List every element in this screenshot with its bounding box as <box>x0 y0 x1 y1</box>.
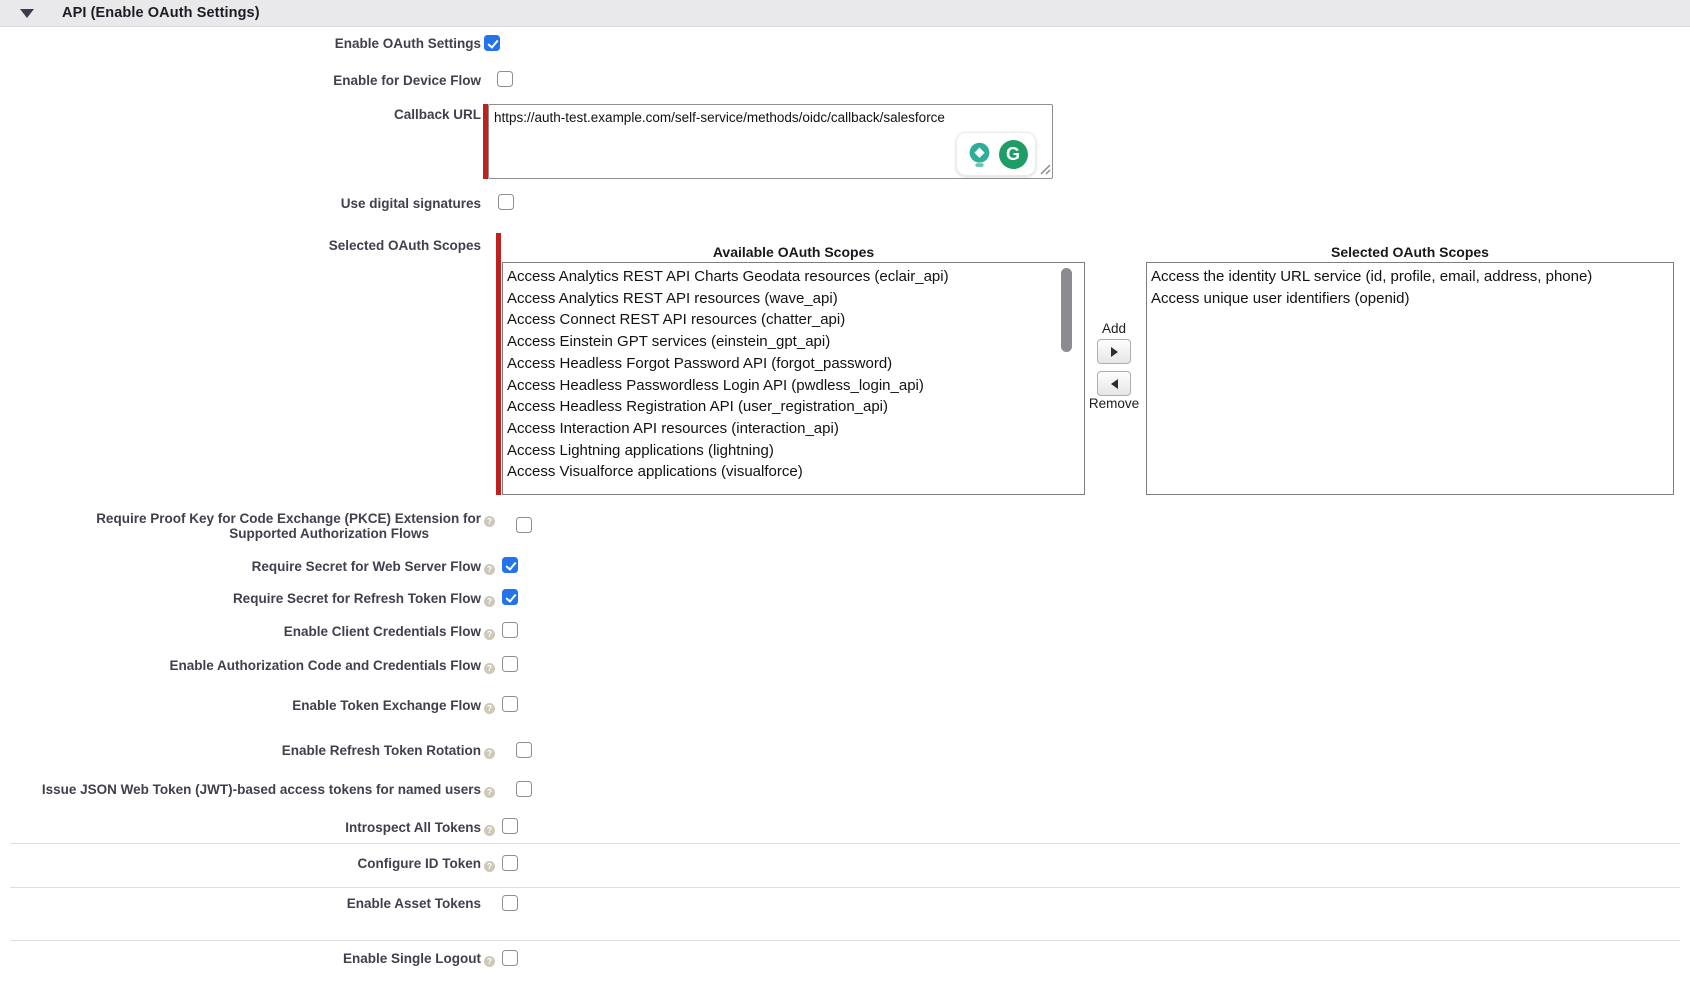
checkbox-client-credentials[interactable] <box>502 622 518 638</box>
field-label-auth-code-credentials: Enable Authorization Code and Credential… <box>0 658 495 674</box>
field-label-secret-refresh-token: Require Secret for Refresh Token Flow? <box>0 591 495 607</box>
scope-option[interactable]: Access Headless Registration API (user_r… <box>503 396 1084 418</box>
checkbox-token-exchange[interactable] <box>502 696 518 712</box>
checkbox-digital-signatures[interactable] <box>498 194 514 210</box>
remove-label: Remove <box>1086 396 1142 411</box>
field-label-asset-tokens: Enable Asset Tokens <box>0 896 481 912</box>
field-label-refresh-token-rotation: Enable Refresh Token Rotation? <box>0 743 495 759</box>
field-label-selected-oauth-scopes: Selected OAuth Scopes <box>0 238 481 254</box>
field-label-callback-url: Callback URL? <box>0 107 495 123</box>
scope-option[interactable]: Access Interaction API resources (intera… <box>503 418 1084 440</box>
scope-option[interactable]: Access Analytics REST API resources (wav… <box>503 288 1084 310</box>
checkbox-enable-oauth[interactable] <box>484 35 500 51</box>
scope-option[interactable]: Access Headless Passwordless Login API (… <box>503 375 1084 397</box>
right-arrow-icon <box>1111 347 1118 357</box>
checkbox-refresh-token-rotation[interactable] <box>516 742 532 758</box>
scope-option[interactable]: Access Analytics REST API Charts Geodata… <box>503 266 1084 288</box>
field-label-client-credentials: Enable Client Credentials Flow? <box>0 624 495 640</box>
scope-option[interactable]: Access the identity URL service (id, pro… <box>1147 266 1673 288</box>
divider <box>10 843 1680 844</box>
scope-option[interactable]: Access Visualforce applications (visualf… <box>503 461 1084 483</box>
collapse-triangle-icon[interactable] <box>20 9 34 18</box>
remove-button[interactable] <box>1097 371 1131 396</box>
scrollbar-thumb[interactable] <box>1061 268 1072 352</box>
lightbulb-icon[interactable] <box>965 140 994 169</box>
checkbox-auth-code-credentials[interactable] <box>502 656 518 672</box>
help-icon[interactable]: ? <box>484 787 495 798</box>
checkbox-device-flow[interactable] <box>497 71 513 87</box>
divider <box>10 940 1680 941</box>
checkbox-pkce[interactable] <box>516 517 532 533</box>
checkbox-secret-web-server[interactable] <box>502 557 518 573</box>
selected-scopes-header: Selected OAuth Scopes <box>1146 244 1674 261</box>
selected-scopes-listbox[interactable]: Access the identity URL service (id, pro… <box>1146 262 1674 495</box>
section-title: API (Enable OAuth Settings) <box>62 5 260 21</box>
field-label-jwt-access-tokens: Issue JSON Web Token (JWT)-based access … <box>0 782 495 798</box>
divider <box>10 887 1680 888</box>
checkbox-configure-id-token[interactable] <box>502 855 518 871</box>
help-icon[interactable]: ? <box>484 596 495 607</box>
help-icon[interactable]: ? <box>484 629 495 640</box>
help-icon[interactable]: ? <box>484 956 495 967</box>
checkbox-jwt-access-tokens[interactable] <box>516 781 532 797</box>
scope-option[interactable]: Access Einstein GPT services (einstein_g… <box>503 331 1084 353</box>
field-label-token-exchange: Enable Token Exchange Flow? <box>0 698 495 714</box>
available-scopes-listbox[interactable]: Access Analytics REST API Charts Geodata… <box>502 262 1085 495</box>
left-arrow-icon <box>1111 379 1118 389</box>
section-header: API (Enable OAuth Settings) <box>0 0 1690 27</box>
scope-option[interactable]: Access Connect REST API resources (chatt… <box>503 309 1084 331</box>
field-label-single-logout: Enable Single Logout? <box>0 951 495 967</box>
checkbox-single-logout[interactable] <box>502 950 518 966</box>
scope-option[interactable]: Access unique user identifiers (openid) <box>1147 288 1673 310</box>
field-label-configure-id-token: Configure ID Token? <box>0 856 495 872</box>
add-button[interactable] <box>1097 339 1131 364</box>
scope-option[interactable]: Access Lightning applications (lightning… <box>503 440 1084 462</box>
help-icon[interactable]: ? <box>484 663 495 674</box>
available-scopes-header: Available OAuth Scopes <box>502 244 1085 261</box>
checkbox-asset-tokens[interactable] <box>502 895 518 911</box>
field-label-enable-oauth: Enable OAuth Settings <box>0 36 481 52</box>
help-icon[interactable]: ? <box>484 703 495 714</box>
field-label-digital-signatures: Use digital signatures <box>0 196 481 212</box>
help-icon[interactable]: ? <box>484 516 495 527</box>
required-indicator <box>496 233 501 495</box>
field-label-pkce: Require Proof Key for Code Exchange (PKC… <box>0 512 495 541</box>
help-icon[interactable]: ? <box>484 861 495 872</box>
field-label-secret-web-server: Require Secret for Web Server Flow? <box>0 559 495 575</box>
field-label-device-flow: Enable for Device Flow <box>0 73 481 89</box>
checkbox-secret-refresh-token[interactable] <box>502 589 518 605</box>
scope-option[interactable]: Access Headless Forgot Password API (for… <box>503 353 1084 375</box>
help-icon[interactable]: ? <box>484 748 495 759</box>
resize-handle-icon[interactable] <box>1038 162 1051 175</box>
help-icon[interactable]: ? <box>484 564 495 575</box>
grammarly-extension-pill: G <box>956 132 1036 176</box>
grammarly-icon[interactable]: G <box>999 140 1028 169</box>
help-icon[interactable]: ? <box>484 825 495 836</box>
checkbox-introspect-all-tokens[interactable] <box>502 818 518 834</box>
field-label-introspect-all-tokens: Introspect All Tokens? <box>0 820 495 836</box>
add-label: Add <box>1097 321 1131 336</box>
